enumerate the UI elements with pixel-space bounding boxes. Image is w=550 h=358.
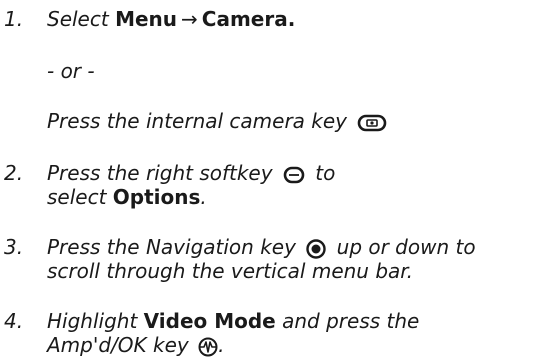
step-text: Press the internal camera key: [47, 109, 348, 133]
step-number: 1.: [4, 7, 24, 31]
camera-key-icon: [357, 114, 387, 132]
step-text: Press the right softkey: [47, 161, 273, 185]
step-text: Press the Navigation key: [47, 235, 296, 259]
camera-label: Camera.: [201, 7, 296, 31]
arrow-icon: →: [181, 7, 198, 31]
step-number: 2.: [4, 161, 24, 185]
ampd-ok-key-icon: [198, 337, 218, 357]
step-text: Select: [47, 7, 116, 31]
video-mode-label: Video Mode: [143, 309, 276, 333]
step-number: 4.: [4, 309, 24, 333]
options-label: Options: [112, 185, 201, 209]
menu-label: Menu: [115, 7, 178, 31]
navigation-key-icon: [306, 238, 326, 259]
right-softkey-icon: [283, 166, 305, 184]
step-number: 3.: [4, 235, 24, 259]
